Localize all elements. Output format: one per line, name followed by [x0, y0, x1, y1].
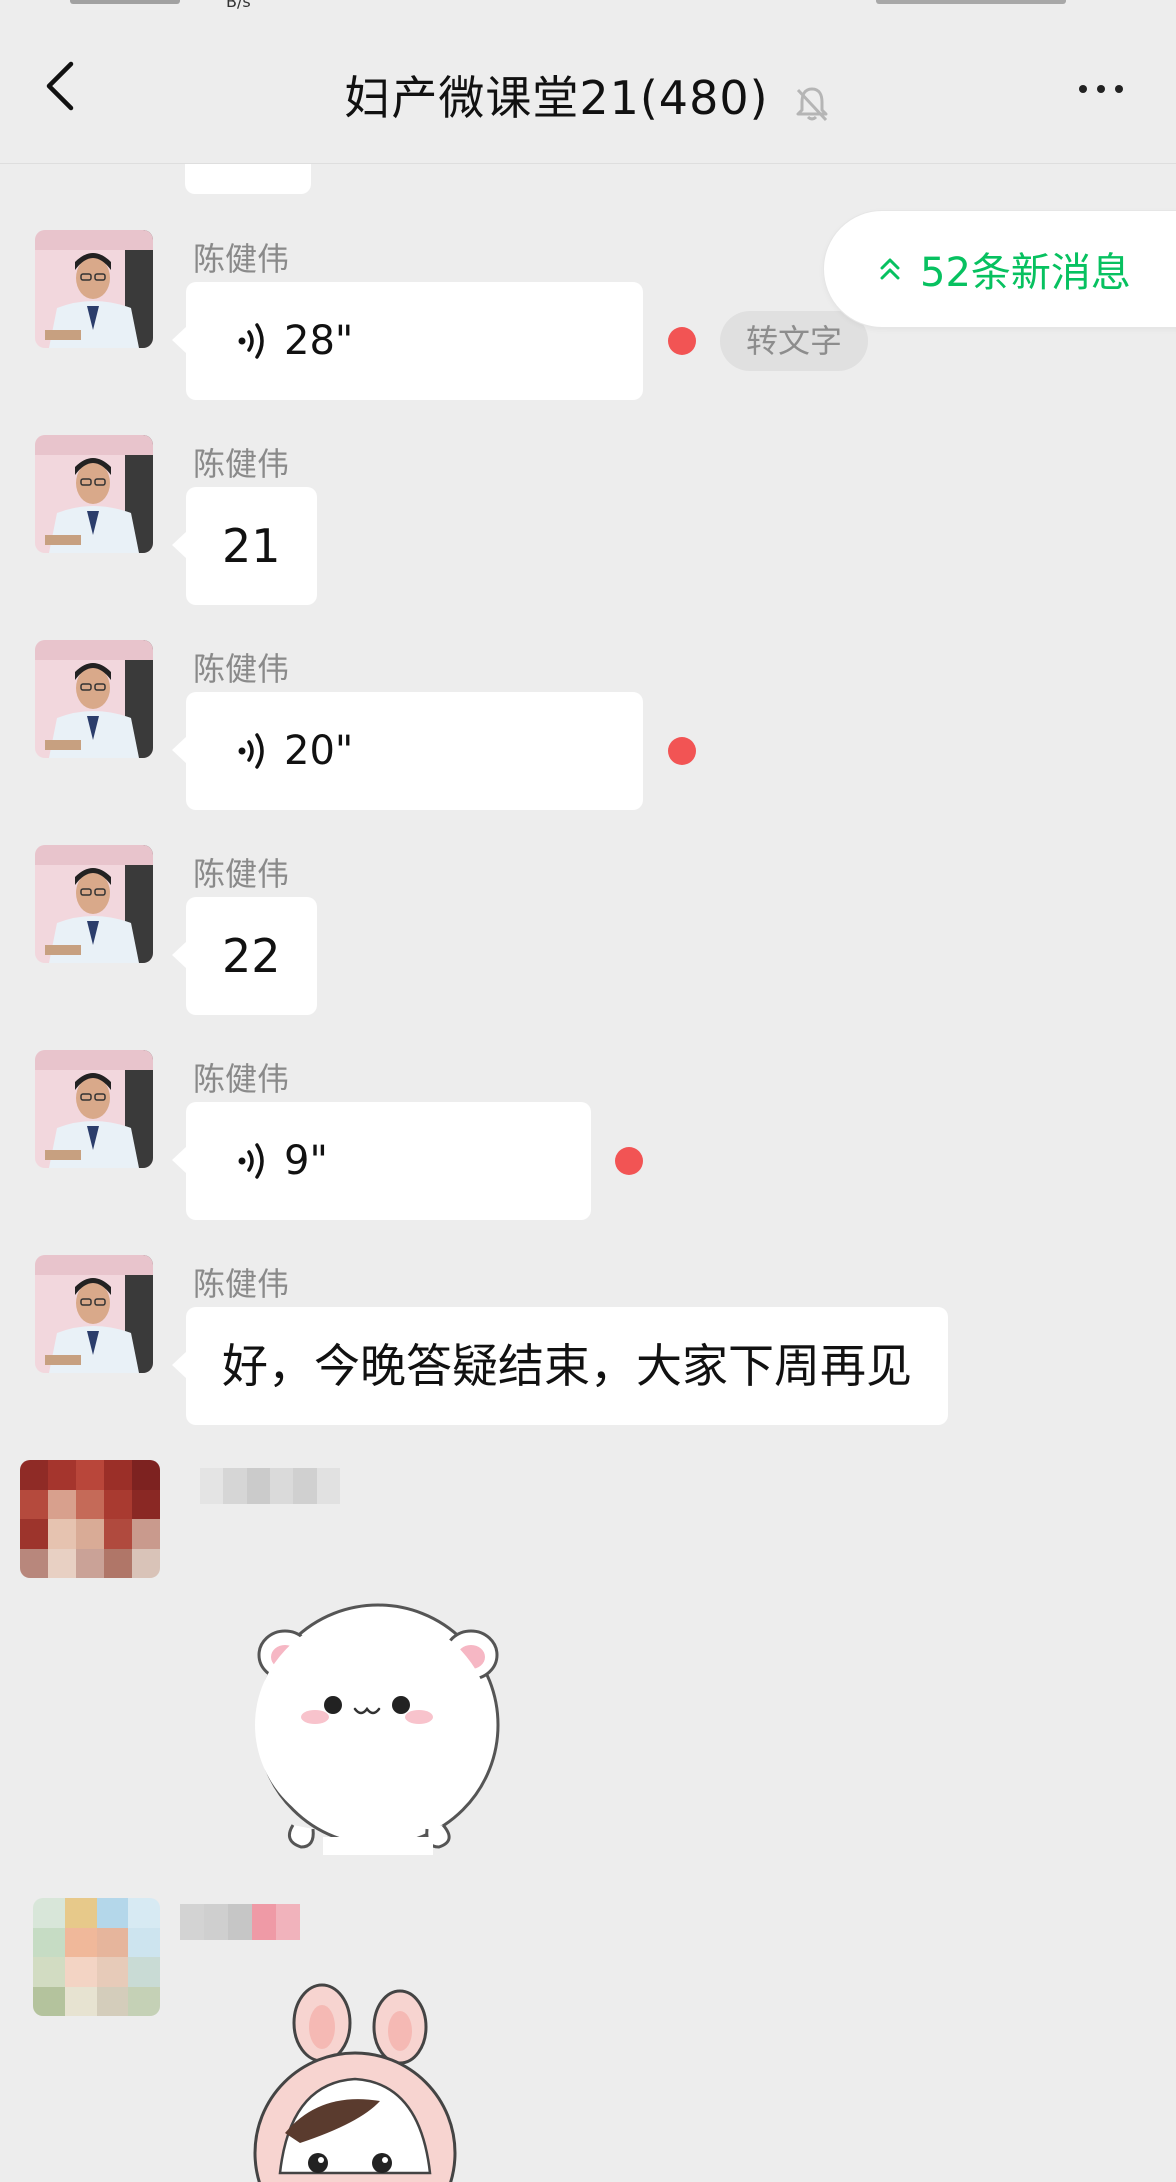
title-area: 妇产微课堂21(480) — [0, 62, 1176, 132]
new-messages-label: 52条新消息 — [920, 250, 1131, 296]
masked-avatar[interactable] — [20, 1460, 160, 1578]
new-messages-button[interactable]: 52条新消息 — [823, 210, 1176, 328]
text-message-bubble[interactable]: 好，今晚答疑结束，大家下周再见 — [172, 1307, 948, 1425]
voice-message-bubble[interactable]: 9" — [172, 1102, 591, 1220]
voice-wave-icon — [238, 323, 264, 359]
masked-avatar[interactable] — [33, 1898, 160, 2016]
voice-duration: 28" — [284, 318, 354, 364]
doctor-avatar-image — [35, 640, 153, 758]
voice-duration: 9" — [284, 1138, 328, 1184]
white-bear-sticker[interactable] — [243, 1585, 513, 1861]
chat-screen: B/s 妇产微课堂21(480) 陈健伟 28" 转文字 陈健伟 21 陈健伟 … — [0, 0, 1176, 2182]
doctor-avatar-image — [35, 230, 153, 348]
voice-message-bubble[interactable]: 28" — [172, 282, 643, 400]
doctor-avatar-image — [35, 1050, 153, 1168]
voice-wave-icon — [238, 1143, 264, 1179]
double-chevron-up-icon — [880, 258, 900, 280]
masked-sender-name — [180, 1904, 300, 1940]
sender-name: 陈健伟 — [193, 650, 290, 688]
status-bar: B/s — [0, 0, 1176, 14]
pink-bunny-girl-sticker[interactable] — [240, 1983, 460, 2182]
masked-sender-name — [200, 1468, 340, 1504]
more-dot — [1079, 85, 1087, 93]
avatar[interactable] — [35, 1050, 153, 1168]
sender-name: 陈健伟 — [193, 855, 290, 893]
sender-name: 陈健伟 — [193, 445, 290, 483]
more-dot — [1097, 85, 1105, 93]
previous-message-bubble[interactable] — [185, 164, 311, 194]
convert-to-text-button[interactable]: 转文字 — [720, 311, 869, 371]
voice-duration: 20" — [284, 728, 354, 774]
avatar[interactable] — [35, 640, 153, 758]
sender-name: 陈健伟 — [193, 240, 290, 278]
avatar[interactable] — [35, 1255, 153, 1373]
signal-icon — [70, 0, 180, 4]
message-text: 22 — [222, 929, 281, 983]
text-message-bubble[interactable]: 22 — [172, 897, 317, 1015]
avatar[interactable] — [35, 435, 153, 553]
doctor-avatar-image — [35, 1255, 153, 1373]
more-dot — [1115, 85, 1123, 93]
voice-message-bubble[interactable]: 20" — [172, 692, 643, 810]
chat-title: 妇产微课堂21(480) — [344, 71, 769, 125]
unread-dot — [668, 327, 696, 355]
unread-dot — [668, 737, 696, 765]
doctor-avatar-image — [35, 845, 153, 963]
avatar[interactable] — [35, 230, 153, 348]
bell-muted-icon — [792, 84, 832, 128]
voice-wave-icon — [238, 733, 264, 769]
sender-name: 陈健伟 — [193, 1265, 290, 1303]
doctor-avatar-image — [35, 435, 153, 553]
network-speed-unit: B/s — [226, 0, 251, 11]
message-text: 21 — [222, 519, 281, 573]
avatar[interactable] — [35, 845, 153, 963]
text-message-bubble[interactable]: 21 — [172, 487, 317, 605]
chat-header: 妇产微课堂21(480) — [0, 14, 1176, 164]
unread-dot — [615, 1147, 643, 1175]
sender-name: 陈健伟 — [193, 1060, 290, 1098]
message-text: 好，今晚答疑结束，大家下周再见 — [222, 1339, 912, 1393]
battery-icon — [876, 0, 1066, 4]
more-button[interactable] — [1066, 64, 1136, 114]
